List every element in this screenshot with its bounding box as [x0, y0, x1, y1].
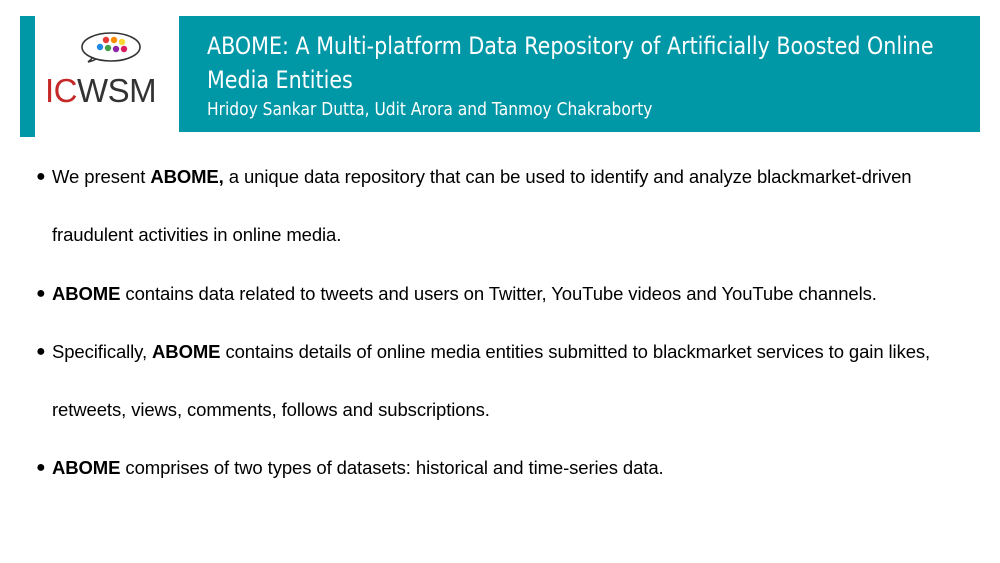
- slide-title: ABOME: A Multi-platform Data Repository …: [207, 32, 934, 94]
- logo-dot: [120, 45, 128, 53]
- title-panel: ABOME: A Multi-platform Data Repository …: [179, 16, 980, 132]
- bullet-icon: ●: [36, 459, 46, 477]
- bullet-bold-text: ABOME,: [150, 166, 224, 187]
- bullet-item: ● ABOME contains data related to tweets a…: [36, 265, 976, 323]
- logo-text-wsm: WSM: [77, 72, 157, 109]
- bullet-bold-text: ABOME: [52, 457, 121, 479]
- bullet-icon: ●: [36, 168, 46, 185]
- bullet-icon: ●: [36, 284, 46, 302]
- icwsm-logo: ICWSM: [35, 16, 179, 137]
- bullet-text: contains data related to tweets and user…: [120, 282, 877, 304]
- logo-dot: [96, 43, 104, 51]
- bullet-item: ● We present ABOME, a unique data reposit…: [36, 148, 976, 265]
- bullet-text: We present: [52, 166, 151, 187]
- speech-bubble-icon: [81, 32, 141, 63]
- bullet-bold-text: ABOME: [152, 340, 221, 362]
- bullet-item: ● Specifically, ABOME contains details of…: [36, 323, 976, 440]
- logo-text-ic: IC: [45, 72, 78, 109]
- slide-authors: Hridoy Sankar Dutta, Udit Arora and Tanm…: [207, 99, 653, 120]
- logo-dot: [102, 36, 110, 44]
- logo-wordmark: ICWSM: [45, 72, 157, 109]
- slide-header: ICWSM ABOME: A Multi-platform Data Repos…: [20, 16, 980, 137]
- logo-dot: [104, 44, 112, 52]
- bullet-item: ● ABOME comprises of two types of dataset…: [36, 439, 976, 497]
- logo-dot: [112, 45, 120, 53]
- bullet-icon: ●: [36, 342, 46, 360]
- logo-dot: [110, 36, 118, 44]
- bullet-list: ● We present ABOME, a unique data reposit…: [36, 148, 976, 498]
- bullet-bold-text: ABOME: [52, 282, 121, 304]
- bullet-text: Specifically,: [52, 340, 153, 362]
- bullet-text: comprises of two types of datasets: hist…: [120, 457, 664, 479]
- accent-bar: [20, 16, 35, 137]
- logo-dot: [118, 38, 126, 46]
